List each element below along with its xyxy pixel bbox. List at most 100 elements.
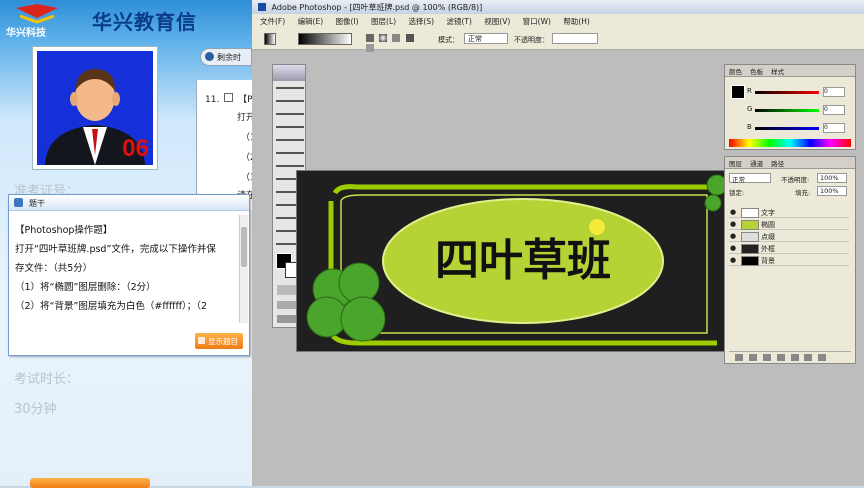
exam-client-panel: 华兴科技 华兴教育信 06 剩余时 11. 【P 打开 （1 （2 （3 准考证… [0, 0, 256, 488]
photoshop-window: Adobe Photoshop - [四叶草班牌.psd @ 100% (RGB… [252, 0, 864, 486]
channel-g-slider[interactable] [755, 109, 819, 112]
question-number[interactable]: 11. 【P [205, 92, 253, 105]
opacity-input[interactable] [552, 33, 598, 44]
tab-layers[interactable]: 图层 [729, 160, 742, 168]
new-layer-icon[interactable] [804, 354, 813, 361]
mode-select[interactable]: 正常 [464, 33, 508, 44]
layer-row[interactable]: ● 文字 [729, 207, 849, 218]
fill-label: 填充: [795, 189, 811, 197]
layer-thumbnail [741, 208, 759, 218]
menu-file[interactable]: 文件(F) [260, 17, 285, 26]
layer-thumbnail [741, 244, 759, 254]
angle-gradient-icon[interactable] [392, 34, 401, 42]
body-line: 【Photoshop操作题】 [15, 225, 113, 236]
layer-row[interactable]: ● 椭圆 [729, 219, 849, 230]
linear-gradient-icon[interactable] [366, 34, 374, 42]
remaining-time-button[interactable]: 剩余时 [200, 48, 252, 66]
layer-name: 点缀 [761, 233, 775, 241]
color-panel-tabs[interactable]: 颜色 色板 样式 [725, 65, 855, 77]
channel-g-label: G [747, 105, 753, 113]
eye-icon[interactable]: ● [730, 208, 736, 216]
channel-r-slider[interactable] [755, 91, 819, 94]
body-line: 存文件：（共5分） [15, 263, 93, 274]
menu-window[interactable]: 窗口(W) [523, 17, 551, 26]
question-checkbox[interactable] [224, 93, 234, 102]
exam-duration-label: 考试时长： [14, 372, 80, 387]
channel-r-value[interactable]: 0 [823, 87, 845, 97]
layer-row[interactable]: ● 外框 [729, 243, 849, 254]
menu-layer[interactable]: 图层(L) [371, 17, 396, 26]
channel-b-value[interactable]: 0 [823, 123, 845, 133]
layer-opacity-input[interactable]: 100% [817, 173, 847, 183]
adjustment-layer-icon[interactable] [776, 354, 785, 361]
gradient-style-buttons[interactable] [366, 34, 420, 52]
channel-g-value[interactable]: 0 [823, 105, 845, 115]
fg-color-swatch[interactable] [731, 85, 745, 99]
question-stem-dialog: 题干 【Photoshop操作题】 打开“四叶草班牌.psd”文件，完成以下操作… [8, 194, 250, 356]
eye-icon[interactable]: ● [730, 220, 736, 228]
layers-panel-tabs[interactable]: 图层 通道 路径 [725, 157, 855, 169]
channel-b-slider[interactable] [755, 127, 819, 130]
channel-r-label: R [747, 87, 752, 95]
dialog-title: 题干 [29, 199, 45, 208]
document-canvas[interactable]: 四叶草班 [296, 170, 726, 352]
tab-paths[interactable]: 路径 [771, 160, 784, 168]
dialog-titlebar[interactable]: 题干 [9, 195, 249, 211]
menu-image[interactable]: 图像(I) [336, 17, 359, 26]
body-line: 打开“四叶草班牌.psd”文件，完成以下操作并保 [15, 244, 216, 255]
remaining-time-label: 剩余时 [217, 53, 241, 62]
trash-icon[interactable] [818, 354, 827, 361]
diamond-gradient-icon[interactable] [366, 44, 374, 52]
tab-channels[interactable]: 通道 [750, 160, 763, 168]
show-question-label: 显示题目 [208, 337, 238, 346]
add-mask-icon[interactable] [762, 354, 771, 361]
gradient-picker[interactable] [298, 33, 352, 45]
body-line: （2）将“背景”图层填充为白色（#ffffff）；（2 [15, 301, 208, 312]
menu-view[interactable]: 视图(V) [484, 17, 510, 26]
link-layers-icon[interactable] [735, 354, 743, 361]
tab-color[interactable]: 颜色 [729, 68, 742, 76]
menu-select[interactable]: 选择(S) [408, 17, 434, 26]
eye-icon[interactable]: ● [730, 244, 736, 252]
layer-name: 背景 [761, 257, 775, 265]
ps-titlebar: Adobe Photoshop - [四叶草班牌.psd @ 100% (RGB… [252, 0, 864, 14]
bottom-action-button[interactable] [30, 478, 150, 488]
document-icon [198, 337, 205, 344]
color-panel: 颜色 色板 样式 R 0 G 0 B 0 [724, 64, 856, 150]
ps-menubar: 文件(F) 编辑(E) 图像(I) 图层(L) 选择(S) 滤镜(T) 视图(V… [252, 14, 864, 28]
color-spectrum-bar[interactable] [729, 139, 851, 147]
app-title: 华兴教育信 [92, 10, 197, 34]
clock-icon [205, 52, 214, 61]
layer-row[interactable]: ● 背景 [729, 255, 849, 266]
layers-panel: 图层 通道 路径 正常 不透明度: 100% 锁定: 填充: 100% ● 文字 … [724, 156, 856, 364]
new-group-icon[interactable] [790, 354, 799, 361]
scrollbar-thumb[interactable] [241, 227, 247, 267]
menu-help[interactable]: 帮助(H) [563, 17, 590, 26]
question-list-panel: 11. 【P 打开 （1 （2 （3 请在 [196, 80, 256, 210]
lock-label: 锁定: [729, 189, 745, 197]
candidate-avatar: 06 [37, 51, 153, 165]
menu-edit[interactable]: 编辑(E) [298, 17, 324, 26]
menu-filter[interactable]: 滤镜(T) [446, 17, 471, 26]
dialog-scrollbar[interactable] [239, 215, 248, 323]
blend-mode-select[interactable]: 正常 [729, 173, 771, 184]
layer-thumbnail [741, 232, 759, 242]
opacity-label: 不透明度： [514, 36, 549, 44]
add-style-icon[interactable] [748, 354, 757, 361]
ps-app-icon [258, 3, 266, 11]
channel-b-label: B [747, 123, 752, 131]
tab-swatches[interactable]: 色板 [750, 68, 763, 76]
eye-icon[interactable]: ● [730, 232, 736, 240]
tab-styles[interactable]: 样式 [771, 68, 784, 76]
layer-name: 外框 [761, 245, 775, 253]
radial-gradient-icon[interactable] [379, 34, 388, 42]
toolbox-header[interactable] [273, 65, 305, 81]
fill-input[interactable]: 100% [817, 186, 847, 196]
layer-row[interactable]: ● 点缀 [729, 231, 849, 242]
layer-thumbnail [741, 256, 759, 266]
reflected-gradient-icon[interactable] [405, 34, 414, 42]
eye-icon[interactable]: ● [730, 256, 736, 264]
gradient-tool-icon[interactable] [264, 33, 276, 45]
show-question-button[interactable]: 显示题目 [195, 333, 243, 349]
body-line: （1）将“椭圆”图层删除：（2分） [15, 282, 156, 293]
